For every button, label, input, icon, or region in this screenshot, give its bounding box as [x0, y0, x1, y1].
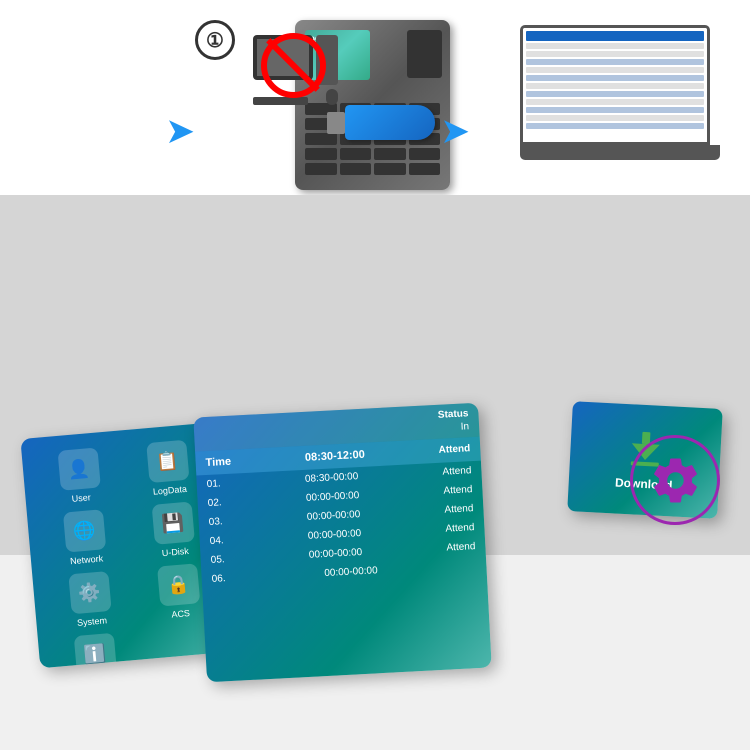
status-header: Status: [438, 408, 469, 421]
period-header: 08:30-12:00: [305, 449, 365, 464]
arrow-1-icon: ➤: [165, 110, 195, 152]
no-computer-icon: [248, 35, 338, 105]
in-header: In: [460, 421, 469, 432]
menu-item-system[interactable]: ⚙️ System: [47, 569, 132, 630]
laptop: [520, 25, 720, 185]
menu-item-user-label: User: [71, 492, 91, 504]
menu-item-network[interactable]: 🌐 Network: [42, 507, 127, 568]
time-card: Status In Time 08:30-12:00 Attend 01. 08…: [193, 403, 491, 683]
menu-item-network-label: Network: [70, 553, 104, 566]
menu-item-about[interactable]: ℹ️ About: [53, 631, 138, 668]
usb-drive: [345, 105, 435, 140]
bottom-area: 👤 User 📋 LogData 🌐 Network 💾 U-Disk ⚙️ S…: [0, 195, 750, 555]
arrow-2-icon: ➤: [440, 110, 470, 152]
time-header: Time: [205, 456, 231, 469]
settings-gear-icon[interactable]: [630, 435, 720, 525]
attend-header: Attend: [438, 443, 470, 457]
menu-item-user[interactable]: 👤 User: [37, 446, 122, 507]
menu-item-udisk-label: U-Disk: [161, 546, 189, 558]
menu-item-acs-label: ACS: [171, 608, 190, 620]
menu-item-logdata-label: LogData: [152, 484, 187, 497]
step-badge: ①: [195, 20, 235, 60]
fingerprint-sensor: [407, 30, 442, 78]
menu-item-system-label: System: [77, 615, 108, 628]
top-section: 09:48 ① ➤: [0, 0, 750, 210]
